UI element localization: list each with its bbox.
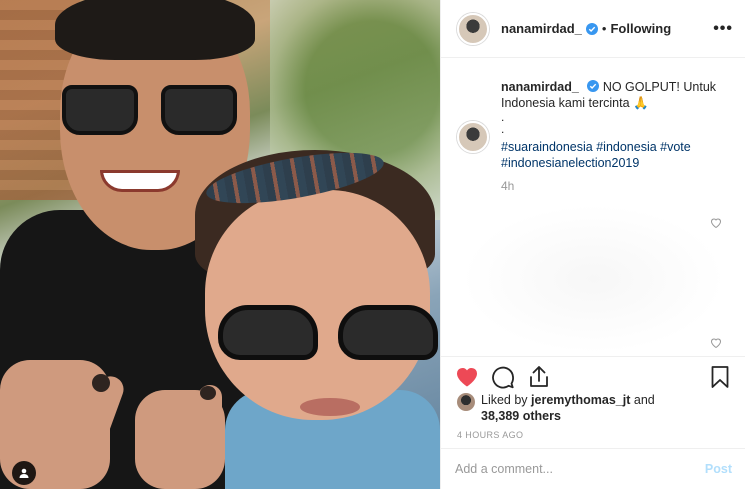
- caption-time: 4h: [501, 179, 515, 193]
- share-icon[interactable]: [527, 365, 551, 389]
- comment-like-icon[interactable]: [710, 337, 722, 348]
- post-button[interactable]: Post: [705, 462, 732, 476]
- photo-ink-mark-left: [92, 374, 110, 392]
- bookmark-icon[interactable]: [708, 365, 732, 389]
- photo-man-sunglasses: [62, 85, 237, 137]
- post-photo[interactable]: [0, 0, 440, 489]
- caption: nanamirdad_ NO GOLPUT! Untuk Indonesia ka…: [501, 79, 726, 111]
- post-header: nanamirdad_ • Following •••: [441, 0, 745, 58]
- post-side-panel: nanamirdad_ • Following ••• nanamirdad_ N…: [440, 0, 745, 489]
- photo-man-smile: [100, 170, 180, 192]
- avatar: [457, 393, 475, 411]
- comment-input[interactable]: [455, 462, 705, 476]
- likes-count[interactable]: 38,389 others: [481, 409, 561, 423]
- avatar[interactable]: [457, 12, 489, 45]
- comment-like-icon[interactable]: [710, 217, 722, 228]
- caption-username[interactable]: nanamirdad_: [501, 80, 579, 94]
- action-bar: [441, 356, 745, 392]
- photo-woman-lips: [300, 398, 360, 416]
- likes-summary[interactable]: Liked by jeremythomas_jt and 38,389 othe…: [457, 392, 655, 424]
- comment-bubble-icon[interactable]: [491, 365, 515, 389]
- heart-filled-icon[interactable]: [455, 365, 479, 389]
- photo-ink-mark-right: [200, 386, 216, 400]
- more-options-icon[interactable]: •••: [713, 20, 733, 38]
- caption-dots: . .: [501, 110, 505, 136]
- comments-area[interactable]: nanamirdad_ NO GOLPUT! Untuk Indonesia ka…: [441, 59, 745, 355]
- photo-woman-sunglasses: [218, 305, 438, 365]
- comment-form: Post: [441, 448, 745, 489]
- verified-badge-icon: [585, 22, 598, 35]
- avatar[interactable]: [457, 121, 489, 153]
- user-tag-icon[interactable]: [12, 461, 36, 485]
- verified-badge-icon: [586, 80, 599, 92]
- likes-mid: and: [630, 393, 655, 407]
- likes-liker[interactable]: jeremythomas_jt: [531, 393, 630, 407]
- header-separator: •: [601, 21, 607, 36]
- comments-blurred: [461, 204, 726, 354]
- photo-man-hair: [55, 0, 255, 60]
- caption-hashtags[interactable]: #suaraindonesia #indonesia #vote #indone…: [501, 139, 731, 171]
- following-button[interactable]: Following: [610, 21, 671, 36]
- post-timestamp: 4 HOURS AGO: [457, 430, 524, 440]
- likes-prefix: Liked by: [481, 393, 532, 407]
- header-username[interactable]: nanamirdad_: [501, 21, 582, 36]
